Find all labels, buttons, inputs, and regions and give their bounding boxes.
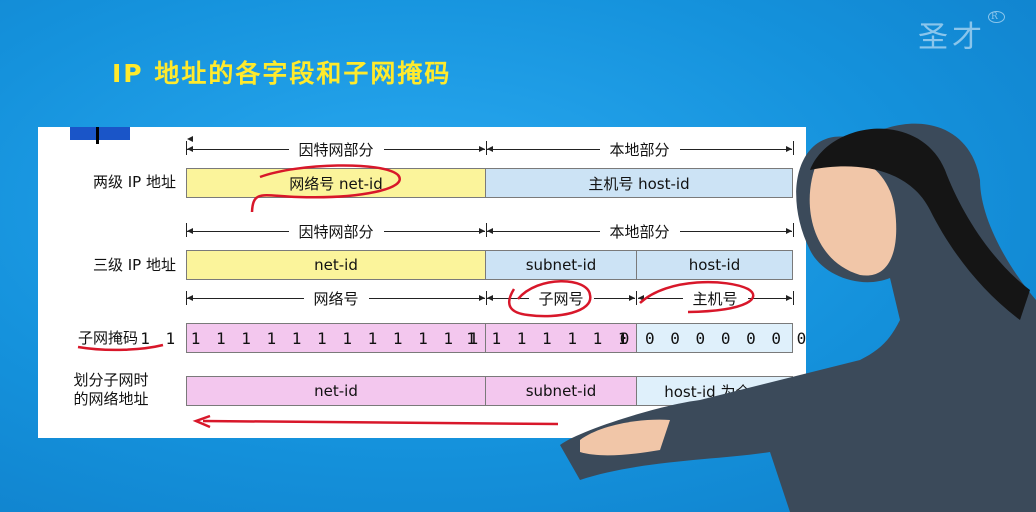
span-internet-part-1: 因特网部分: [187, 136, 486, 159]
row-label-two-level: 两级 IP 地址: [92, 173, 176, 191]
span-net-number: 网络号: [187, 288, 486, 308]
row-label-three-level: 三级 IP 地址: [92, 256, 176, 274]
tick: [486, 291, 487, 305]
red-arrow-head: [192, 414, 211, 429]
corner-tick: [96, 127, 99, 144]
red-arrow-line: [202, 419, 559, 426]
presenter-figure: [560, 123, 1036, 512]
presenter-hand: [580, 419, 670, 456]
tick: [186, 291, 187, 305]
tick: [186, 141, 187, 155]
tick: [486, 223, 487, 237]
brand-logo: 圣才R: [918, 11, 1005, 56]
span-internet-part-2: 因特网部分: [187, 221, 486, 241]
corner-decoration: [70, 127, 130, 140]
row-label-subnet-network-address: 划分子网时 的网络地址: [46, 371, 176, 409]
slide-title: IP 地址的各字段和子网掩码: [112, 59, 452, 88]
cell-subnet-addr-net: net-id: [186, 376, 486, 406]
cell-three-level-net: net-id: [186, 250, 486, 280]
cell-mask-net-bits: 1 1 1 1 1 1 1 1 1 1 1 1 1 1 1 1: [140, 323, 529, 353]
row-label-line-2: 的网络地址: [73, 390, 149, 408]
row-label-line-1: 划分子网时: [73, 371, 149, 389]
tick: [486, 141, 487, 155]
cell-two-level-net: 网络号 net-id: [186, 168, 486, 198]
tick: [186, 223, 187, 237]
